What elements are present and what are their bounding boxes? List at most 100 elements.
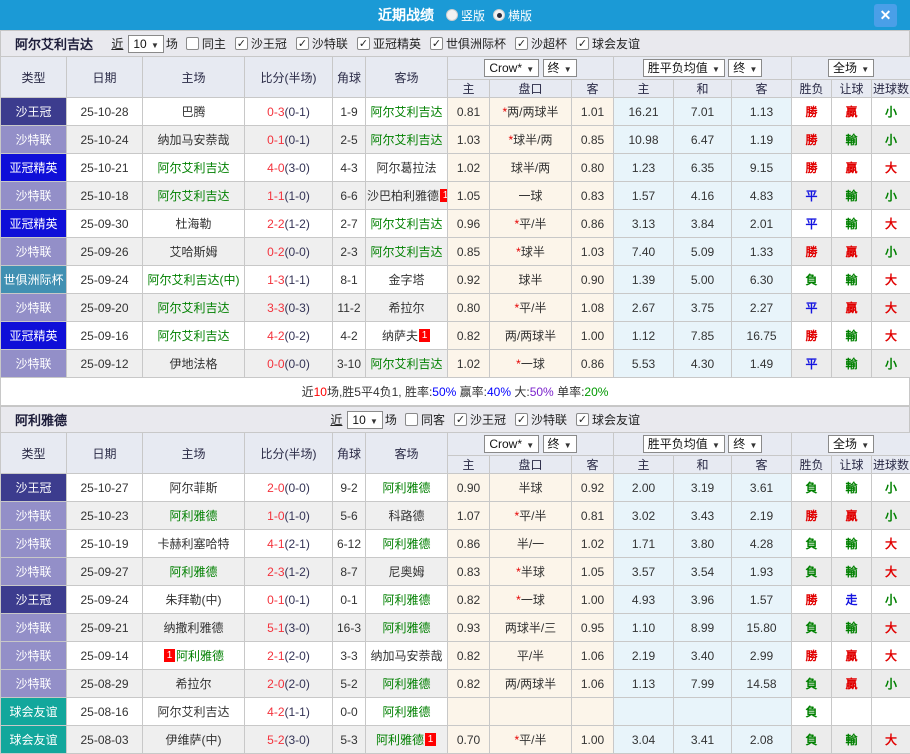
odds-home: 0.82 [448,322,490,350]
league-checkbox-2[interactable] [576,413,589,426]
home-team: 巴腾 [143,98,245,126]
avg-time-select[interactable]: 终 ▼ [728,59,762,77]
avg-win: 2.00 [614,474,674,502]
layout-radio-vertical[interactable] [446,9,458,21]
corners: 4-2 [333,322,366,350]
same-venue-label[interactable]: 同客 [421,411,445,428]
league-label-2[interactable]: 亚冠精英 [373,35,421,52]
avg-draw: 6.35 [674,154,732,182]
league-checkbox-0[interactable] [454,413,467,426]
same-venue-checkbox[interactable] [186,37,199,50]
same-venue-label[interactable]: 同主 [202,35,226,52]
avg-type-select[interactable]: 胜平负均值 ▼ [643,435,725,453]
match-row: 沙王冠 25-09-24 朱拜勒(中) 0-1(0-1) 0-1 阿利雅德 0.… [1,586,910,614]
corners: 0-1 [333,586,366,614]
league-label-0[interactable]: 沙王冠 [251,35,287,52]
league-label-2[interactable]: 球会友谊 [592,411,640,428]
home-team: 阿利雅德 [143,502,245,530]
avg-type-select[interactable]: 胜平负均值 ▼ [643,59,725,77]
result: 勝 [792,238,832,266]
avg-time-select[interactable]: 终 ▼ [728,435,762,453]
games-label: 场 [166,35,178,52]
odds-company-select[interactable]: Crow* ▼ [484,435,539,453]
goals-total: 大 [872,294,910,322]
away-team: 阿尔艾利吉达 [366,350,448,378]
card-badge: 1 [440,189,447,202]
league-checkbox-5[interactable] [576,37,589,50]
odds-time-select[interactable]: 终 ▼ [543,59,577,77]
avg-win: 16.21 [614,98,674,126]
chevron-down-icon: ▼ [149,41,159,50]
handicap-result: 贏 [832,98,872,126]
chevron-down-icon: ▼ [524,441,534,450]
avg-lose: 1.49 [732,350,792,378]
avg-lose: 4.28 [732,530,792,558]
competition-type: 沙特联 [1,126,67,154]
near-link[interactable]: 近 [330,411,342,428]
avg-draw: 3.40 [674,642,732,670]
league-label-3[interactable]: 世俱洲际杯 [446,35,506,52]
league-checkbox-1[interactable] [515,413,528,426]
handicap: 球半/两 [490,154,572,182]
odds-company-select[interactable]: Crow* ▼ [484,59,539,77]
handicap-result: 輸 [832,558,872,586]
odds-home: 1.02 [448,154,490,182]
competition-type: 沙王冠 [1,98,67,126]
close-button[interactable]: ✕ [874,4,897,27]
avg-win: 1.23 [614,154,674,182]
avg-draw: 5.09 [674,238,732,266]
avg-win: 5.53 [614,350,674,378]
odds-home: 0.86 [448,530,490,558]
match-date: 25-10-21 [67,154,143,182]
odds-time-select[interactable]: 终 ▼ [543,435,577,453]
score: 4-1(2-1) [245,530,333,558]
match-row: 沙特联 25-09-20 阿尔艾利吉达 3-3(0-3) 11-2 希拉尔 0.… [1,294,910,322]
avg-lose: 1.93 [732,558,792,586]
scope-select[interactable]: 全场 ▼ [828,435,874,453]
match-row: 沙特联 25-09-27 阿利雅德 2-3(1-2) 8-7 尼奥姆 0.83 … [1,558,910,586]
games-count-select[interactable]: 10 ▼ [347,411,383,429]
avg-win: 1.10 [614,614,674,642]
match-row: 球会友谊 25-08-03 伊维萨(中) 5-2(3-0) 5-3 阿利雅德1 … [1,726,910,754]
goals-total: 大 [872,322,910,350]
match-date: 25-08-03 [67,726,143,754]
games-count-select[interactable]: 10 ▼ [128,35,164,53]
avg-lose [732,698,792,726]
match-date: 25-09-24 [67,266,143,294]
league-label-1[interactable]: 沙特联 [531,411,567,428]
avg-win: 2.67 [614,294,674,322]
league-checkbox-4[interactable] [515,37,528,50]
league-checkbox-1[interactable] [296,37,309,50]
avg-win: 1.57 [614,182,674,210]
league-checkbox-3[interactable] [430,37,443,50]
handicap: 两/两球半 [490,670,572,698]
layout-radio-horizontal[interactable] [493,9,505,21]
avg-lose: 2.01 [732,210,792,238]
avg-draw: 7.01 [674,98,732,126]
same-venue-checkbox[interactable] [405,413,418,426]
layout-radio-vertical-label[interactable]: 竖版 [461,7,485,24]
away-team: 阿尔葛拉法 [366,154,448,182]
league-label-5[interactable]: 球会友谊 [592,35,640,52]
scope-select[interactable]: 全场 ▼ [828,59,874,77]
avg-lose: 1.13 [732,98,792,126]
table-header-selects: 类型日期主场比分(半场)角球客场Crow* ▼ 终 ▼胜平负均值 ▼ 终 ▼全场… [1,433,910,456]
avg-draw: 6.47 [674,126,732,154]
handicap-result: 贏 [832,642,872,670]
league-label-1[interactable]: 沙特联 [312,35,348,52]
layout-radio-horizontal-label[interactable]: 横版 [508,7,532,24]
league-checkbox-2[interactable] [357,37,370,50]
avg-draw: 3.80 [674,530,732,558]
odds-away [572,698,614,726]
league-label-4[interactable]: 沙超杯 [531,35,567,52]
home-team: 1阿利雅德 [143,642,245,670]
league-checkbox-0[interactable] [235,37,248,50]
near-link[interactable]: 近 [111,35,123,52]
avg-win: 1.71 [614,530,674,558]
avg-win: 3.04 [614,726,674,754]
home-team: 纳撒利雅德 [143,614,245,642]
avg-win: 2.19 [614,642,674,670]
league-label-0[interactable]: 沙王冠 [470,411,506,428]
team-section: 阿尔艾利吉达 近 10 ▼ 场 同主 沙王冠沙特联亚冠精英世俱洲际杯沙超杯球会友… [0,30,910,406]
home-team: 希拉尔 [143,670,245,698]
